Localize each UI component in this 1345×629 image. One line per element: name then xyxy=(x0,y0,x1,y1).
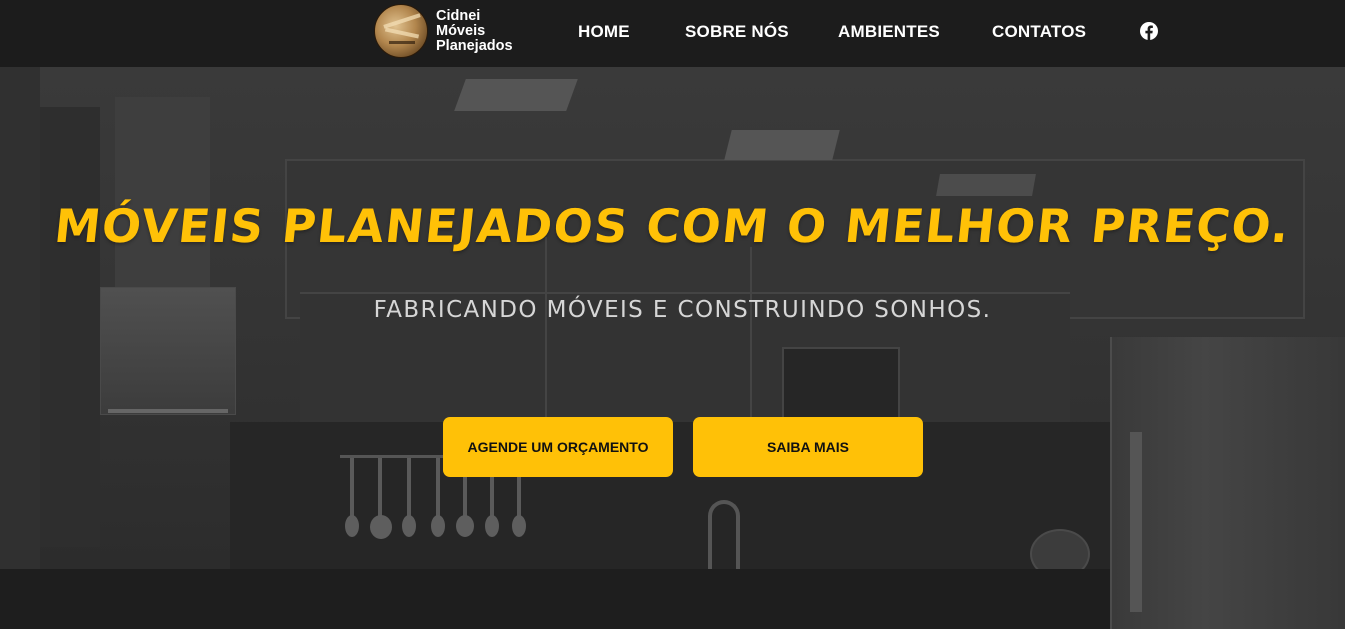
bg-utensil-head xyxy=(512,515,526,537)
brand-name-line-2: Móveis xyxy=(436,22,486,39)
bg-ceiling-light xyxy=(724,130,840,160)
brand-name-line-1: Cidnei xyxy=(436,7,481,24)
bg-utensil xyxy=(407,458,411,518)
bg-cabinet-divider xyxy=(545,237,547,432)
bg-utensil-head xyxy=(431,515,445,537)
brand-name-line-3: Planejados xyxy=(436,37,513,54)
bg-countertop xyxy=(0,569,1110,629)
nav-sobre-nos-link[interactable]: SOBRE NÓS xyxy=(685,22,789,42)
bg-hood-edge xyxy=(108,409,228,413)
bg-faucet xyxy=(708,500,740,570)
logo-plank xyxy=(384,27,420,39)
bg-utensil-head xyxy=(402,515,416,537)
bg-cabinet-divider xyxy=(750,247,752,437)
bg-ceiling-light xyxy=(454,79,578,111)
woodworking-logo-icon[interactable] xyxy=(374,4,428,58)
bg-utensil xyxy=(378,458,382,518)
nav-contatos-link[interactable]: CONTATOS xyxy=(992,22,1086,42)
logo-plank xyxy=(383,13,421,29)
bg-utensil-head xyxy=(370,515,392,539)
top-navbar: Cidnei Móveis Planejados HOME SOBRE NÓS … xyxy=(0,0,1345,67)
nav-ambientes-link[interactable]: AMBIENTES xyxy=(838,22,940,42)
facebook-icon[interactable] xyxy=(1140,22,1158,40)
learn-more-button[interactable]: SAIBA MAIS xyxy=(693,417,923,477)
logo-plank xyxy=(389,41,415,44)
bg-utensil-head xyxy=(485,515,499,537)
nav-home-link[interactable]: HOME xyxy=(578,22,630,42)
hero-title: MÓVEIS PLANEJADOS COM O MELHOR PREÇO. xyxy=(51,199,1293,253)
bg-utensil xyxy=(350,458,354,518)
bg-utensil-head xyxy=(456,515,474,537)
hero-section: MÓVEIS PLANEJADOS COM O MELHOR PREÇO. FA… xyxy=(0,67,1345,629)
bg-hood-chimney xyxy=(115,97,210,287)
bg-wall xyxy=(0,67,40,629)
bg-fridge-handle xyxy=(1130,432,1142,612)
brand[interactable]: Cidnei Móveis Planejados xyxy=(374,4,526,58)
bg-refrigerator xyxy=(1110,337,1345,629)
bg-pillar xyxy=(40,107,100,547)
schedule-quote-button[interactable]: AGENDE UM ORÇAMENTO xyxy=(443,417,673,477)
brand-name[interactable]: Cidnei Móveis Planejados xyxy=(436,7,526,54)
bg-ceiling-light xyxy=(936,174,1036,196)
bg-utensil-head xyxy=(345,515,359,537)
bg-utensil xyxy=(436,458,440,518)
hero-subtitle: FABRICANDO MÓVEIS E CONSTRUINDO SONHOS. xyxy=(373,297,992,323)
bg-microwave xyxy=(782,347,900,419)
